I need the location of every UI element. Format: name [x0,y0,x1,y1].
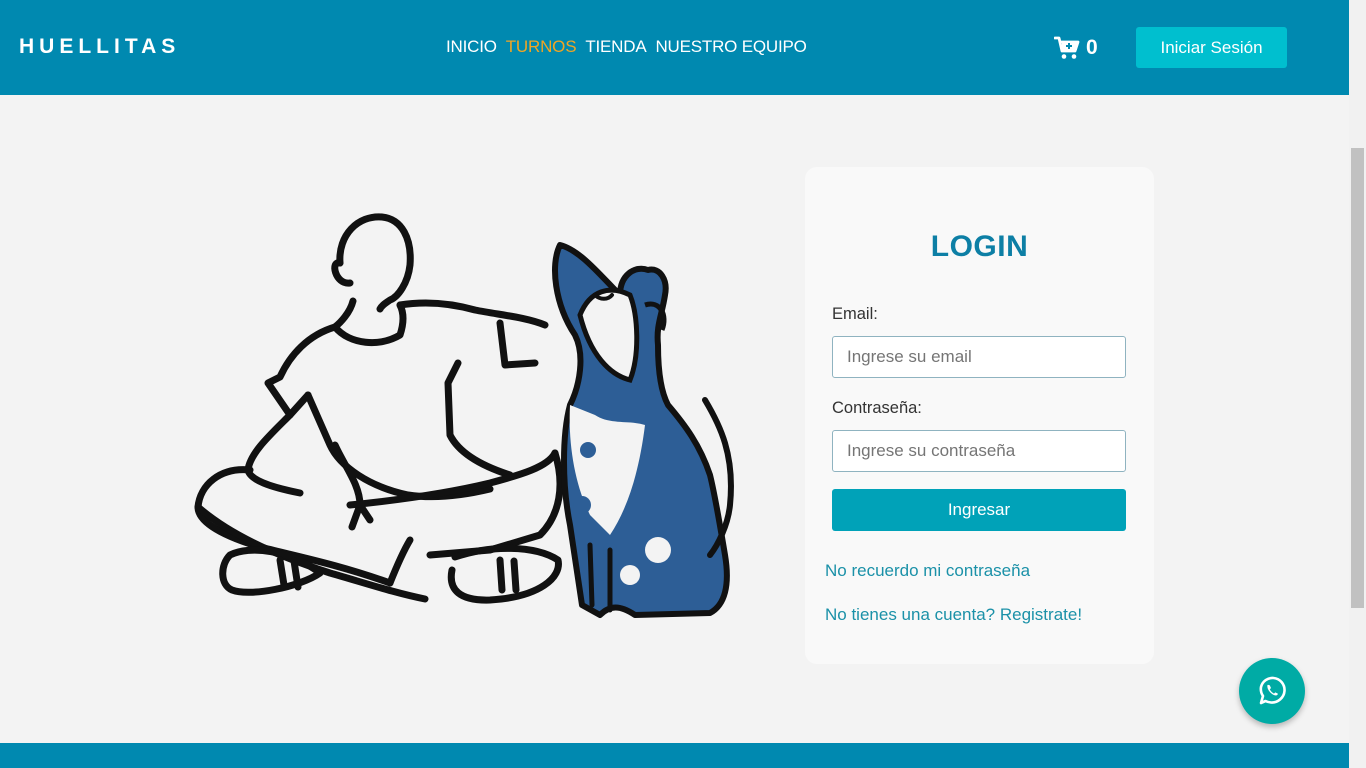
register-link[interactable]: No tienes una cuenta? Registrate! [825,605,1082,625]
brand-logo[interactable]: HUELLITAS [19,35,180,59]
nav-tienda[interactable]: TIENDA [585,37,646,57]
cart-button[interactable]: 0 [1054,36,1098,60]
top-navbar: HUELLITAS INICIO TURNOS TIENDA NUESTRO E… [0,0,1349,95]
login-header-button[interactable]: Iniciar Sesión [1136,27,1287,68]
email-label: Email: [832,305,878,323]
login-card: LOGIN Email: Contraseña: Ingresar No rec… [805,167,1154,664]
password-label: Contraseña: [832,399,922,417]
shopping-cart-icon [1054,36,1080,59]
submit-button[interactable]: Ingresar [832,489,1126,531]
password-field[interactable] [832,430,1126,472]
scrollbar-thumb[interactable] [1351,148,1364,608]
nav-nuestro-equipo[interactable]: NUESTRO EQUIPO [655,37,806,57]
whatsapp-icon [1259,676,1286,705]
nav-turnos[interactable]: TURNOS [506,37,577,57]
main-nav: INICIO TURNOS TIENDA NUESTRO EQUIPO [446,37,807,57]
footer-bar [0,743,1349,768]
email-field[interactable] [832,336,1126,378]
person-with-dog-illustration [194,213,734,618]
page-scrollbar[interactable] [1349,0,1366,768]
nav-inicio[interactable]: INICIO [446,37,497,57]
login-title: LOGIN [930,230,1029,263]
whatsapp-button[interactable] [1239,658,1305,724]
cart-count: 0 [1086,36,1098,59]
forgot-password-link[interactable]: No recuerdo mi contraseña [825,561,1030,581]
